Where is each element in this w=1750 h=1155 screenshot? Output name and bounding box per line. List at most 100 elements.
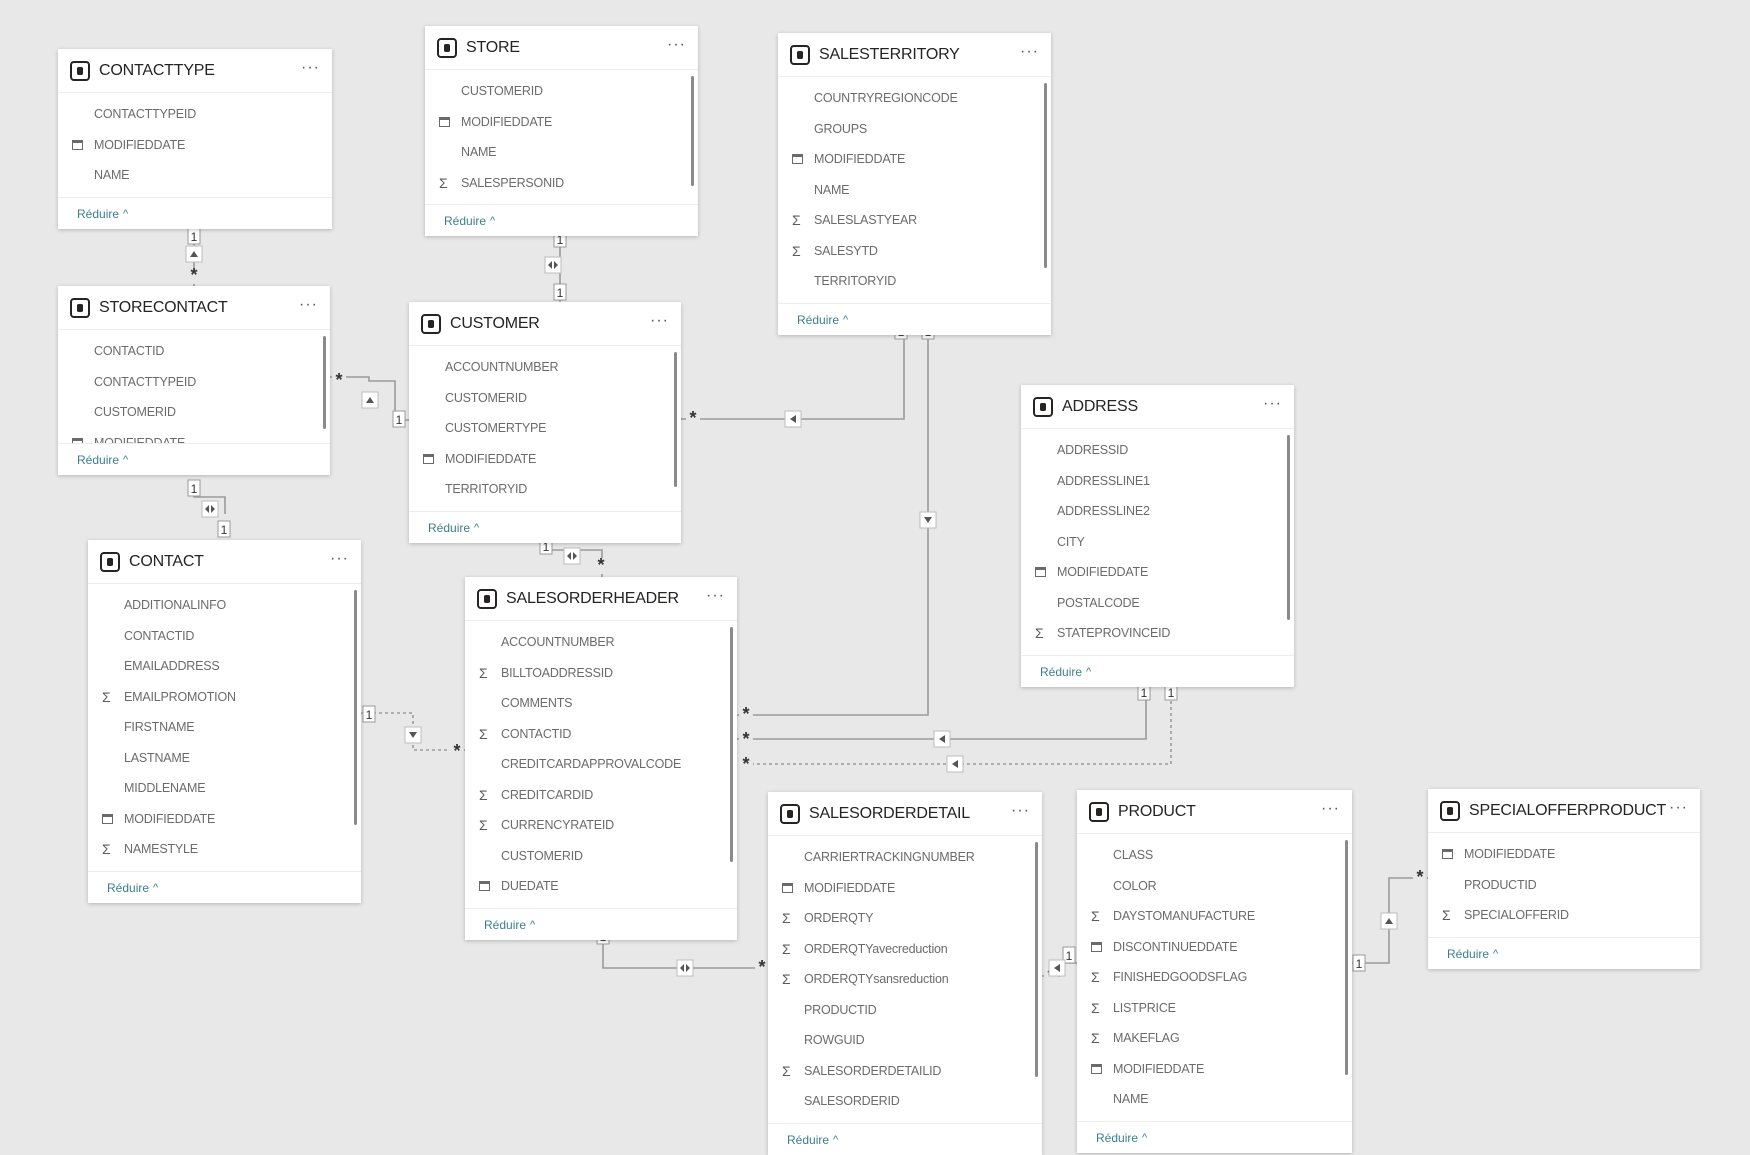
collapse-button[interactable]: Réduire ^ [425,204,698,236]
field-row[interactable]: MODIFIEDDATE [1077,1054,1352,1085]
scrollbar[interactable] [323,336,326,429]
table-card-specialofferproduct[interactable]: SPECIALOFFERPRODUCT ··· MODIFIEDDATE PRODUC… [1428,789,1700,969]
relationship-contact-salesorderheader[interactable]: 1* [361,705,465,761]
collapse-button[interactable]: Réduire ^ [1428,937,1700,969]
field-row[interactable]: EMAILPROMOTION [88,682,361,713]
collapse-button[interactable]: Réduire ^ [768,1123,1042,1155]
field-row[interactable]: CONTACTID [58,336,330,367]
table-card-salesorderdetail[interactable]: SALESORDERDETAIL ··· CARRIERTRACKINGNUMBER… [768,792,1042,1155]
field-row[interactable]: ORDERQTYavecreduction [768,934,1042,965]
relationship-product-salesorderdetail[interactable]: 1* [1042,946,1077,986]
field-row[interactable]: CONTACTTYPEID [58,367,330,398]
field-row[interactable]: NAME [58,160,332,191]
field-row[interactable]: CUSTOMERID [409,383,681,414]
field-row[interactable]: SALESLASTYEAR [778,205,1051,236]
field-list[interactable]: MODIFIEDDATE PRODUCTID SPECIALOFFERID [1428,833,1700,937]
table-header[interactable]: CONTACTTYPE ··· [58,49,332,93]
field-list[interactable]: ADDITIONALINFO CONTACTID EMAILADDRESS EMAIL… [88,584,361,871]
field-row[interactable]: DISCONTINUEDDATE [1077,932,1352,963]
field-list[interactable]: CARRIERTRACKINGNUMBER MODIFIEDDATE ORDERQT… [768,836,1042,1123]
field-row[interactable]: DUEDATE [465,871,737,902]
relationship-address-salesorderheader[interactable]: 1* [737,677,1151,749]
more-options-icon[interactable]: ··· [330,550,349,573]
field-row[interactable]: MAKEFLAG [1077,1023,1352,1054]
field-list[interactable]: CONTACTID CONTACTTYPEID CUSTOMERID MODIFIED… [58,330,330,443]
field-row[interactable]: ORDERQTYsansreduction [768,964,1042,995]
relationship-customer-storecontact[interactable]: 1* [330,370,409,428]
collapse-button[interactable]: Réduire ^ [1021,655,1294,687]
field-row[interactable]: FINISHEDGOODSFLAG [1077,962,1352,993]
field-row[interactable]: DAYSTOMANUFACTURE [1077,901,1352,932]
field-row[interactable]: SPECIALOFFERID [1428,900,1700,931]
field-row[interactable]: TERRITORYID [409,474,681,505]
field-row[interactable]: ACCOUNTNUMBER [409,352,681,383]
field-list[interactable]: CLASS COLOR DAYSTOMANUFACTURE DISCONTINUEDD… [1077,834,1352,1121]
field-row[interactable]: MODIFIEDDATE [58,428,330,443]
field-row[interactable]: CARRIERTRACKINGNUMBER [768,842,1042,873]
field-list[interactable]: COUNTRYREGIONCODE GROUPS MODIFIEDDATE NAME S… [778,77,1051,303]
field-row[interactable]: MODIFIEDDATE [1428,839,1700,870]
field-row[interactable]: NAME [425,137,698,168]
scrollbar[interactable] [691,76,694,186]
relationship-product-specialofferproduct[interactable]: 1* [1352,867,1428,972]
table-header[interactable]: STORECONTACT ··· [58,286,330,330]
field-row[interactable]: SALESYTD [778,236,1051,267]
table-header[interactable]: CONTACT ··· [88,540,361,584]
field-row[interactable]: MODIFIEDDATE [1021,557,1294,588]
field-row[interactable]: FIRSTNAME [88,712,361,743]
field-row[interactable]: CUSTOMERID [425,76,698,107]
collapse-button[interactable]: Réduire ^ [778,303,1051,335]
field-row[interactable]: PRODUCTID [1428,870,1700,901]
more-options-icon[interactable]: ··· [1321,800,1340,823]
more-options-icon[interactable]: ··· [1669,799,1688,822]
more-options-icon[interactable]: ··· [1011,802,1030,825]
table-card-store[interactable]: STORE ··· CUSTOMERID MODIFIEDDATE NAME SALESP… [425,26,698,236]
relationship-contacttype-storecontact[interactable]: 1* [185,227,203,287]
table-card-contacttype[interactable]: CONTACTTYPE ··· CONTACTTYPEID MODIFIEDDATE N… [58,49,332,229]
table-card-contact[interactable]: CONTACT ··· ADDITIONALINFO CONTACTID EMAILAD… [88,540,361,903]
table-header[interactable]: CUSTOMER ··· [409,302,681,346]
field-list[interactable]: ADDRESSID ADDRESSLINE1 ADDRESSLINE2 CITY MOD… [1021,429,1294,655]
field-row[interactable]: ORDERQTY [768,903,1042,934]
field-row[interactable]: SALESPERSONID [425,168,698,199]
field-list[interactable]: CONTACTTYPEID MODIFIEDDATE NAME [58,93,332,197]
field-row[interactable]: NAME [1077,1084,1352,1115]
more-options-icon[interactable]: ··· [667,36,686,59]
table-header[interactable]: SALESORDERHEADER ··· [465,577,737,621]
scrollbar[interactable] [1345,840,1348,1075]
field-row[interactable]: CREDITCARDID [465,780,737,811]
field-row[interactable]: ADDRESSID [1021,435,1294,466]
scrollbar[interactable] [1044,83,1047,268]
field-row[interactable]: POSTALCODE [1021,588,1294,619]
relationship-address-salesorderheader[interactable]: 1* [737,677,1178,774]
table-header[interactable]: SPECIALOFFERPRODUCT ··· [1428,789,1700,833]
field-row[interactable]: CONTACTTYPEID [58,99,332,130]
scrollbar[interactable] [730,627,733,862]
field-row[interactable]: NAMESTYLE [88,834,361,865]
scrollbar[interactable] [1287,435,1290,620]
field-row[interactable]: ACCOUNTNUMBER [465,627,737,658]
relationship-salesterritory-customer[interactable]: 1* [681,322,908,428]
field-list[interactable]: ACCOUNTNUMBER CUSTOMERID CUSTOMERTYPE MODIF… [409,346,681,511]
collapse-button[interactable]: Réduire ^ [58,443,330,475]
table-card-product[interactable]: PRODUCT ··· CLASS COLOR DAYSTOMANUFACTURE DIS… [1077,790,1352,1153]
field-row[interactable]: CONTACTID [88,621,361,652]
more-options-icon[interactable]: ··· [301,59,320,82]
field-row[interactable]: MODIFIEDDATE [768,873,1042,904]
field-row[interactable]: SALESORDERDETAILID [768,1056,1042,1087]
field-row[interactable]: BILLTOADDRESSID [465,658,737,689]
field-row[interactable]: CUSTOMERID [465,841,737,872]
more-options-icon[interactable]: ··· [299,296,318,319]
more-options-icon[interactable]: ··· [650,312,669,335]
field-row[interactable]: CLASS [1077,840,1352,871]
field-row[interactable]: CONTACTID [465,719,737,750]
field-row[interactable]: ADDRESSLINE1 [1021,466,1294,497]
more-options-icon[interactable]: ··· [1020,43,1039,66]
field-row[interactable]: NAME [778,175,1051,206]
field-row[interactable]: PRODUCTID [768,995,1042,1026]
field-row[interactable]: LISTPRICE [1077,993,1352,1024]
field-row[interactable]: CURRENCYRATEID [465,810,737,841]
field-row[interactable]: MODIFIEDDATE [778,144,1051,175]
field-row[interactable]: MODIFIEDDATE [58,130,332,161]
table-header[interactable]: STORE ··· [425,26,698,70]
